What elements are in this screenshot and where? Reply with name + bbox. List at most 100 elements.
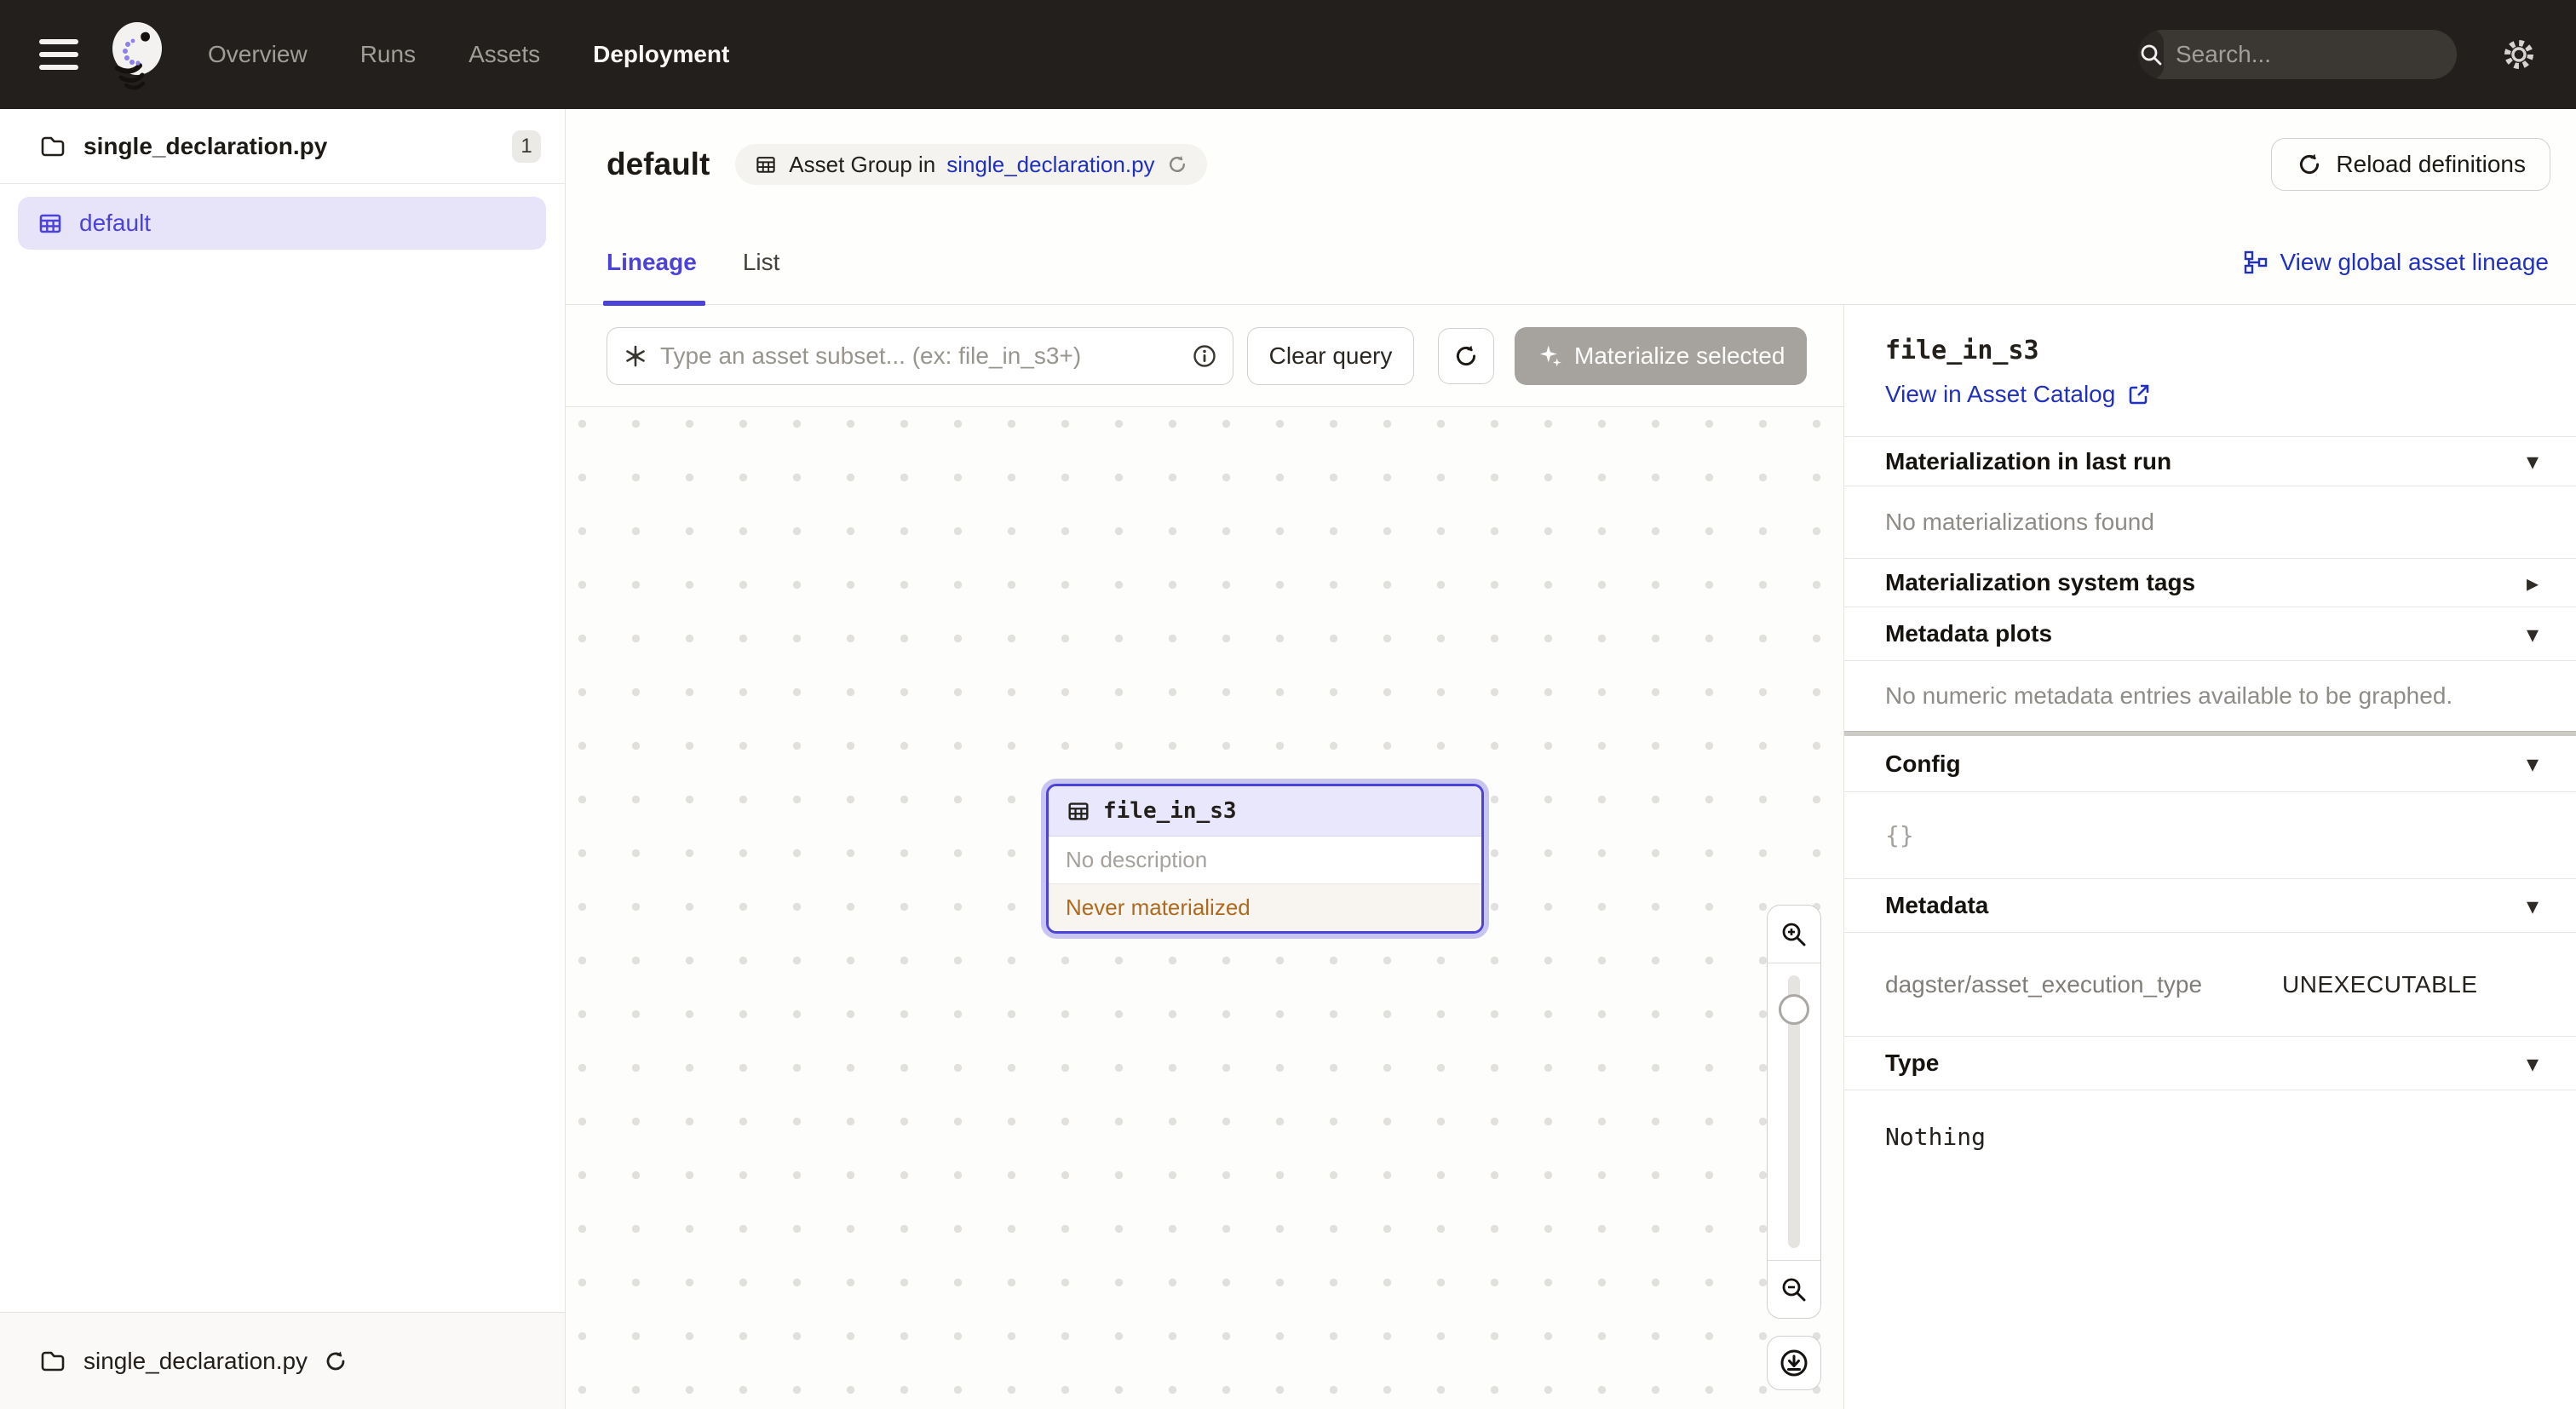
chevron-right-icon[interactable]: ▸ (2527, 569, 2539, 597)
lineage-canvas-column: Clear query Materialize selected (566, 305, 1844, 1409)
panel-asset-title: file_in_s3 (1885, 336, 2535, 365)
zoom-out-button[interactable] (1768, 1260, 1820, 1318)
sparkle-icon (1537, 343, 1562, 369)
folder-icon (39, 133, 66, 160)
chevron-down-icon[interactable]: ▾ (2527, 447, 2539, 475)
external-link-icon (2127, 382, 2151, 406)
materialize-selected-button[interactable]: Materialize selected (1515, 327, 1807, 385)
section-title: Type (1885, 1050, 1939, 1077)
section-materialization-last-run-content: No materializations found (1844, 486, 2576, 558)
asset-group-pill-text: Asset Group in (789, 152, 935, 178)
view-global-asset-lineage-label: View global asset lineage (2280, 249, 2549, 276)
sidebar-footer-repo-name: single_declaration.py (83, 1348, 308, 1375)
asset-node-file-in-s3[interactable]: file_in_s3 No description Never material… (1046, 784, 1484, 934)
refresh-icon (2296, 151, 2323, 178)
sidebar-item-default-group[interactable]: default (18, 197, 546, 250)
lineage-toolbar: Clear query Materialize selected (566, 305, 1843, 407)
node-title: file_in_s3 (1103, 798, 1237, 824)
zoom-controls (1767, 905, 1821, 1319)
global-search[interactable]: / (2138, 30, 2457, 79)
metadata-key: dagster/asset_execution_type (1885, 971, 2282, 998)
asset-table-icon (1066, 798, 1091, 824)
asset-subset-query[interactable] (607, 327, 1233, 385)
chevron-down-icon[interactable]: ▾ (2527, 1050, 2539, 1078)
nav-runs[interactable]: Runs (360, 41, 416, 68)
metadata-row: dagster/asset_execution_type UNEXECUTABL… (1885, 971, 2535, 998)
chevron-down-icon[interactable]: ▾ (2527, 620, 2539, 648)
sidebar-group-label: default (79, 210, 151, 237)
section-title: Materialization in last run (1885, 448, 2171, 475)
asset-group-pill-repo-link[interactable]: single_declaration.py (946, 152, 1154, 178)
folder-icon (39, 1348, 66, 1375)
lineage-graph-icon (2243, 250, 2268, 275)
node-status-never-materialized: Never materialized (1049, 884, 1481, 931)
nav-assets[interactable]: Assets (469, 41, 540, 68)
config-empty-braces: {} (1885, 821, 1914, 849)
zoom-in-button[interactable] (1768, 906, 1820, 963)
main-nav: Overview Runs Assets Deployment (208, 41, 729, 68)
node-description: No description (1049, 837, 1481, 884)
page-title: default (607, 147, 710, 182)
type-value: Nothing (1885, 1123, 1986, 1151)
section-metadata-plots[interactable]: Metadata plots ▾ (1844, 607, 2576, 660)
section-title: Metadata (1885, 892, 1988, 919)
zoom-out-icon (1780, 1275, 1808, 1304)
asset-subset-input[interactable] (660, 342, 1180, 370)
recenter-view-button[interactable] (1767, 1336, 1821, 1390)
view-in-asset-catalog-label: View in Asset Catalog (1885, 381, 2115, 408)
sidebar-repo-row[interactable]: single_declaration.py 1 (0, 109, 565, 184)
view-in-asset-catalog-link[interactable]: View in Asset Catalog (1885, 381, 2151, 408)
asset-group-icon (754, 152, 778, 176)
settings-gear-icon[interactable] (2501, 37, 2537, 72)
materialize-selected-label: Materialize selected (1574, 342, 1785, 370)
tab-row: Lineage List View global asset lineage (566, 220, 2576, 305)
reload-repo-icon[interactable] (323, 1349, 348, 1374)
reload-repo-icon[interactable] (1166, 153, 1188, 175)
tab-lineage[interactable]: Lineage (607, 220, 697, 304)
view-global-asset-lineage-link[interactable]: View global asset lineage (2243, 249, 2549, 276)
reload-definitions-button[interactable]: Reload definitions (2271, 138, 2550, 191)
asset-group-pill: Asset Group in single_declaration.py (735, 144, 1206, 185)
reload-definitions-label: Reload definitions (2336, 151, 2526, 178)
section-metadata-plots-content: No numeric metadata entries available to… (1844, 660, 2576, 731)
section-config[interactable]: Config ▾ (1844, 736, 2576, 791)
section-title: Materialization system tags (1885, 569, 2195, 596)
op-selector-icon (623, 343, 648, 369)
section-type[interactable]: Type ▾ (1844, 1036, 2576, 1090)
top-navigation: Overview Runs Assets Deployment / (0, 0, 2576, 109)
sidebar-repo-name: single_declaration.py (83, 133, 327, 160)
page-header: default Asset Group in single_declaratio… (566, 109, 2576, 220)
main-content: default Asset Group in single_declaratio… (566, 109, 2576, 1409)
section-metadata-content: dagster/asset_execution_type UNEXECUTABL… (1844, 932, 2576, 1036)
zoom-in-icon (1780, 920, 1808, 949)
metadata-value: UNEXECUTABLE (2282, 971, 2478, 998)
no-numeric-metadata-text: No numeric metadata entries available to… (1885, 682, 2452, 710)
info-icon[interactable] (1192, 343, 1217, 369)
chevron-down-icon[interactable]: ▾ (2527, 750, 2539, 778)
nav-overview[interactable]: Overview (208, 41, 308, 68)
section-config-content: {} (1844, 791, 2576, 878)
zoom-slider-thumb[interactable] (1779, 994, 1809, 1025)
refresh-icon (1452, 342, 1480, 370)
section-type-content: Nothing (1844, 1090, 2576, 1183)
section-materialization-system-tags[interactable]: Materialization system tags ▸ (1844, 558, 2576, 607)
sidebar-footer-repo[interactable]: single_declaration.py (0, 1312, 565, 1409)
repo-asset-count-badge: 1 (512, 130, 541, 163)
section-title: Metadata plots (1885, 620, 2052, 647)
section-title: Config (1885, 751, 1961, 778)
section-materialization-last-run[interactable]: Materialization in last run ▾ (1844, 436, 2576, 486)
tab-list[interactable]: List (743, 220, 780, 304)
lineage-canvas[interactable]: file_in_s3 No description Never material… (566, 407, 1843, 1409)
asset-group-icon (37, 210, 64, 237)
refresh-query-button[interactable] (1438, 328, 1494, 384)
dagster-logo-icon[interactable] (102, 19, 169, 90)
asset-detail-panel: file_in_s3 View in Asset Catalog Materia… (1844, 305, 2576, 1409)
search-input[interactable] (2164, 41, 2457, 68)
hamburger-menu-icon[interactable] (39, 39, 78, 70)
nav-deployment[interactable]: Deployment (593, 41, 729, 68)
section-metadata[interactable]: Metadata ▾ (1844, 878, 2576, 932)
search-icon (2138, 30, 2164, 79)
download-center-icon (1778, 1347, 1810, 1379)
clear-query-button[interactable]: Clear query (1247, 327, 1414, 385)
chevron-down-icon[interactable]: ▾ (2527, 892, 2539, 920)
